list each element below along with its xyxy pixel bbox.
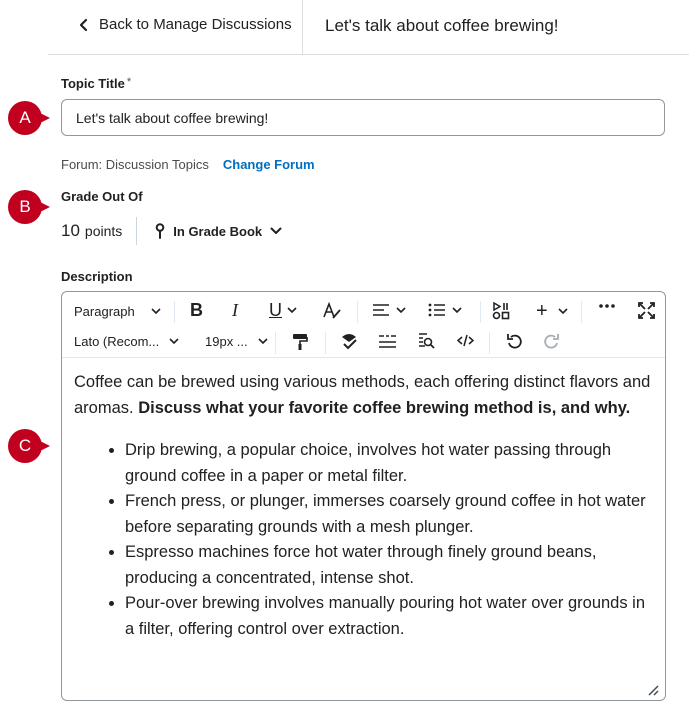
toolbar-separator <box>480 301 481 323</box>
page-title: Let's talk about coffee brewing! <box>325 16 559 35</box>
underline-dropdown[interactable]: U <box>269 300 297 321</box>
find-replace-icon <box>419 333 435 349</box>
in-grade-book-dropdown[interactable]: In Grade Book <box>155 223 290 239</box>
list-item: Pour-over brewing involves manually pour… <box>125 591 654 642</box>
intro-bold-text: Discuss what your favorite coffee brewin… <box>138 398 631 417</box>
toolbar-separator <box>174 301 175 323</box>
grade-row: 10 points In Grade Book <box>61 217 290 245</box>
paint-roller-icon <box>293 334 308 350</box>
text-color-button[interactable] <box>322 302 342 320</box>
underline-icon: U <box>269 300 282 320</box>
chevron-down-icon <box>396 306 406 313</box>
forum-text: Forum: Discussion Topics <box>61 157 209 172</box>
source-code-button[interactable] <box>457 334 474 347</box>
undo-button[interactable] <box>506 333 523 350</box>
topic-title-label: Topic Title * <box>61 76 132 91</box>
chevron-down-icon <box>169 338 179 345</box>
gradebook-label: In Grade Book <box>173 223 263 239</box>
font-family-dropdown[interactable]: Lato (Recom... <box>74 334 179 349</box>
word-count-icon <box>379 335 396 348</box>
description-editor[interactable]: Paragraph B I U + Lato (Recom... 19px ..… <box>61 291 666 701</box>
points-value[interactable]: 10 <box>61 221 80 241</box>
chevron-left-icon <box>79 18 88 31</box>
change-forum-link[interactable]: Change Forum <box>223 157 315 172</box>
chevron-down-icon <box>258 338 268 345</box>
chevron-down-icon <box>558 308 568 315</box>
toolbar-separator <box>489 332 490 354</box>
callout-letter: A <box>19 108 31 127</box>
toolbar-separator <box>325 332 326 354</box>
plus-icon: + <box>536 300 548 322</box>
resize-handle-icon[interactable] <box>647 684 659 696</box>
undo-icon <box>507 334 522 349</box>
back-to-manage-discussions-link[interactable]: Back to Manage Discussions <box>78 16 292 33</box>
toolbar-separator <box>275 332 276 354</box>
paragraph-label: Paragraph <box>74 304 135 319</box>
redo-button[interactable] <box>543 333 560 350</box>
back-link-label: Back to Manage Discussions <box>99 16 292 33</box>
word-count-button[interactable] <box>378 334 397 349</box>
find-replace-button[interactable] <box>418 333 435 350</box>
font-size-dropdown[interactable]: 19px ... <box>205 334 268 349</box>
brewing-methods-list: Drip brewing, a popular choice, involves… <box>74 438 654 642</box>
toolbar-separator <box>357 301 358 323</box>
editor-content[interactable]: Coffee can be brewed using various metho… <box>74 370 654 642</box>
points-unit: points <box>84 223 123 239</box>
redo-icon <box>544 334 559 349</box>
chevron-down-icon <box>287 307 297 314</box>
editor-toolbar: Paragraph B I U + Lato (Recom... 19px ..… <box>62 292 665 358</box>
font-size-label: 19px ... <box>205 334 248 349</box>
fullscreen-icon <box>638 302 655 319</box>
callout-letter: C <box>18 436 32 455</box>
description-label: Description <box>61 269 133 284</box>
media-icon <box>492 302 510 320</box>
italic-button[interactable]: I <box>232 300 238 321</box>
header-bar: Back to Manage Discussions Let's talk ab… <box>48 0 689 55</box>
list-item: French press, or plunger, immerses coars… <box>125 489 654 540</box>
chevron-down-icon <box>151 308 161 315</box>
grade-out-of-label: Grade Out Of <box>61 189 143 204</box>
more-icon <box>599 304 615 308</box>
header-divider <box>302 0 303 54</box>
forum-row: Forum: Discussion Topics Change Forum <box>61 157 315 172</box>
italic-icon: I <box>232 300 238 320</box>
bold-icon: B <box>190 300 203 320</box>
chevron-down-icon <box>452 306 462 313</box>
toolbar-separator <box>581 301 582 323</box>
chevron-down-icon <box>270 227 282 234</box>
font-family-label: Lato (Recom... <box>74 334 160 349</box>
format-painter-button[interactable] <box>292 333 308 350</box>
topic-title-input[interactable] <box>61 99 665 136</box>
accessibility-checker-button[interactable] <box>340 333 358 350</box>
callout-letter: B <box>19 197 31 216</box>
code-icon <box>457 334 474 347</box>
align-left-icon <box>373 304 389 316</box>
insert-media-button[interactable] <box>492 302 510 320</box>
required-marker: * <box>126 76 132 88</box>
accessibility-check-icon <box>342 334 357 350</box>
list-item: Espresso machines force hot water throug… <box>125 540 654 591</box>
align-dropdown[interactable] <box>372 303 406 317</box>
callout-b: B <box>8 190 60 224</box>
intro-paragraph: Coffee can be brewed using various metho… <box>74 370 654 421</box>
bold-button[interactable]: B <box>190 300 203 321</box>
fullscreen-button[interactable] <box>638 302 655 319</box>
text-format-icon <box>323 302 341 319</box>
callout-c: C <box>8 429 60 463</box>
pin-icon <box>155 223 165 239</box>
more-options-button[interactable] <box>598 303 616 309</box>
list-item: Drip brewing, a popular choice, involves… <box>125 438 654 489</box>
paragraph-format-dropdown[interactable]: Paragraph <box>74 304 161 319</box>
callout-a: A <box>8 101 60 135</box>
list-dropdown[interactable] <box>428 303 462 317</box>
insert-dropdown[interactable]: + <box>536 300 568 323</box>
grade-divider <box>136 217 138 245</box>
bulleted-list-icon <box>428 303 445 317</box>
